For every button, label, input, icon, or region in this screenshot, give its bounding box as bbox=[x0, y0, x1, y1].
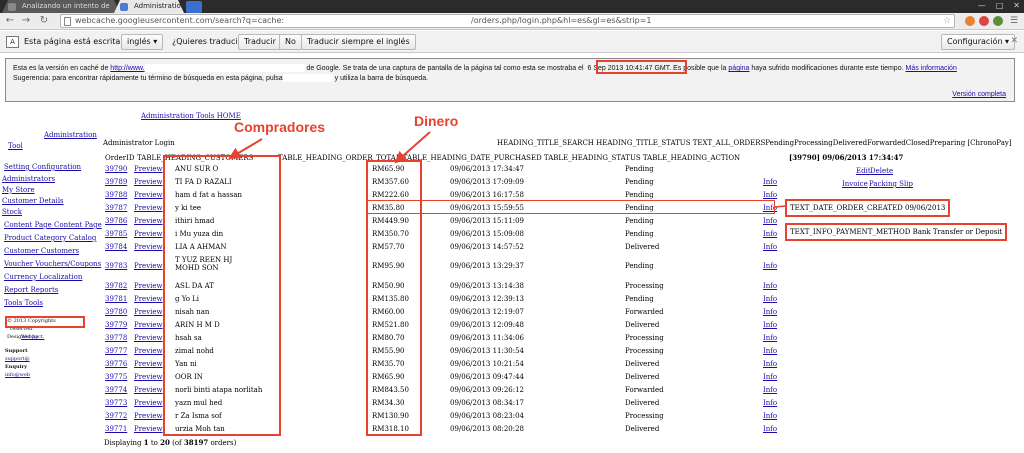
close-icon[interactable]: ✕ bbox=[1013, 1, 1020, 12]
extension-icon[interactable] bbox=[979, 16, 989, 26]
cache-text: y utiliza la barra de búsqueda. bbox=[334, 74, 429, 82]
no-button[interactable]: No bbox=[279, 34, 302, 50]
more-info-link[interactable]: Más información bbox=[905, 65, 956, 72]
cache-notice: Esta es la versión en caché de http://ww… bbox=[5, 58, 1015, 102]
bookmark-star-icon[interactable]: ☆ bbox=[943, 15, 951, 27]
extension-icon[interactable] bbox=[993, 16, 1003, 26]
arrow-dinero bbox=[394, 131, 431, 164]
page-favicon-icon bbox=[8, 3, 16, 11]
translate-icon: A bbox=[6, 36, 19, 48]
url-text: webcache.googleusercontent.com/search?q=… bbox=[75, 16, 285, 25]
settings-dropdown[interactable]: Configuración ▾ bbox=[941, 34, 1016, 50]
extension-icon[interactable] bbox=[965, 16, 975, 26]
cache-text: Sugerencia: para encontrar rápidamente t… bbox=[13, 74, 283, 82]
browser-toolbar: ← → ↻ webcache.googleusercontent.com/sea… bbox=[0, 13, 1024, 30]
translate-button[interactable]: Traducir bbox=[238, 34, 282, 50]
new-tab-button[interactable] bbox=[186, 1, 202, 13]
window-controls: — □ ✕ bbox=[978, 1, 1020, 12]
redacted-block bbox=[144, 64, 305, 72]
reload-icon[interactable]: ↻ bbox=[38, 15, 50, 27]
settings-label: Configuración bbox=[947, 37, 1003, 46]
cache-notice-line-1: Esta es la versión en caché de http://ww… bbox=[13, 64, 957, 72]
language-select[interactable]: inglés ▾ bbox=[121, 34, 164, 50]
browser-tab-analizando[interactable]: Analizando un intento de bbox=[2, 0, 120, 13]
language-value: inglés bbox=[127, 37, 151, 46]
cache-text: haya sufrido modificaciones durante este… bbox=[751, 64, 904, 72]
admin-page: Administration Tool Setting Configuratio… bbox=[0, 104, 1024, 453]
always-translate-button[interactable]: Traducir siempre el inglés bbox=[301, 34, 416, 50]
browser-tab-administration[interactable]: Administration bbox=[114, 0, 184, 13]
address-bar[interactable]: webcache.googleusercontent.com/search?q=… bbox=[60, 14, 955, 28]
url-text-tail: /orders.php/login.php&hl=es&gl=es&strip=… bbox=[471, 16, 652, 25]
cache-notice-line-2: Sugerencia: para encontrar rápidamente t… bbox=[13, 74, 428, 82]
annotation-arrows bbox=[228, 131, 786, 208]
close-icon[interactable]: ✕ bbox=[1010, 36, 1018, 46]
highlight-date-box bbox=[596, 60, 687, 74]
minimize-icon[interactable]: — bbox=[978, 1, 986, 12]
browser-tab-strip: Analizando un intento de Administration … bbox=[0, 0, 1024, 13]
arrow-compradores bbox=[228, 138, 263, 160]
tab-label: Administration bbox=[134, 2, 184, 10]
redacted-block bbox=[282, 74, 333, 82]
full-version-link[interactable]: Versión completa bbox=[952, 91, 1006, 98]
cache-text: de Google. Se trata de una captura de pa… bbox=[306, 64, 584, 72]
page-favicon-icon bbox=[120, 3, 128, 11]
pagina-link[interactable]: página bbox=[728, 65, 749, 72]
menu-icon[interactable]: ☰ bbox=[1008, 15, 1020, 27]
forward-arrow-icon[interactable]: → bbox=[20, 15, 32, 27]
translate-bar: A Esta página está escrita en inglés ▾ ¿… bbox=[0, 31, 1024, 53]
page-icon bbox=[64, 17, 71, 26]
tab-label: Analizando un intento de bbox=[22, 2, 110, 10]
translate-prefix: Esta página está escrita en bbox=[24, 37, 133, 46]
cached-url-link[interactable]: http://www. bbox=[110, 65, 144, 72]
maximize-icon[interactable]: □ bbox=[996, 1, 1004, 12]
back-arrow-icon[interactable]: ← bbox=[4, 15, 16, 27]
cache-text: Esta es la versión en caché de bbox=[13, 64, 109, 72]
connector-date-created bbox=[774, 205, 786, 208]
